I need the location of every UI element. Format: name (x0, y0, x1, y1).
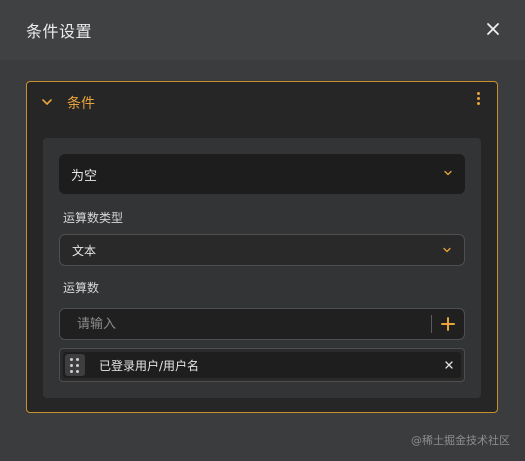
condition-card-title: 条件 (67, 96, 95, 112)
operator-select[interactable]: 为空 (59, 154, 465, 194)
operand-label: 运算数 (63, 281, 100, 295)
plus-icon (441, 317, 455, 331)
close-button[interactable] (482, 18, 504, 40)
operand-type-value: 文本 (72, 244, 97, 258)
drag-handle-icon[interactable] (65, 354, 85, 376)
operand-tag-text: 已登录用户/用户名 (99, 359, 200, 373)
condition-body: 为空 运算数类型 文本 运算数 请输入 已登录用户/用户名 (43, 138, 481, 398)
close-icon (487, 23, 499, 35)
more-vertical-icon[interactable] (471, 90, 485, 110)
input-divider (431, 315, 432, 333)
operand-tag: 已登录用户/用户名 (63, 352, 461, 378)
dialog-title: 条件设置 (26, 22, 93, 41)
close-icon (445, 361, 453, 369)
chevron-down-icon (443, 247, 451, 253)
remove-tag-button[interactable] (441, 357, 457, 373)
operand-input[interactable] (61, 310, 431, 338)
operand-input-group (59, 308, 465, 340)
condition-settings-dialog: 条件设置 条件 为空 运算数类型 文本 运算数 请输入 已登录用户/用户名 @稀… (0, 0, 525, 461)
condition-card-header[interactable]: 条件 (27, 82, 497, 122)
chevron-down-icon[interactable] (41, 96, 53, 108)
chevron-down-icon (444, 170, 452, 176)
operand-tags: 已登录用户/用户名 (59, 348, 465, 382)
operand-type-select[interactable]: 文本 (59, 234, 465, 266)
operator-select-value: 为空 (71, 169, 98, 184)
operand-type-label: 运算数类型 (63, 211, 124, 225)
condition-card: 条件 为空 运算数类型 文本 运算数 请输入 已登录用户/用户名 (26, 81, 498, 413)
add-operand-button[interactable] (438, 314, 458, 334)
watermark: @稀土掘金技术社区 (411, 434, 510, 447)
dialog-header: 条件设置 (0, 0, 525, 60)
